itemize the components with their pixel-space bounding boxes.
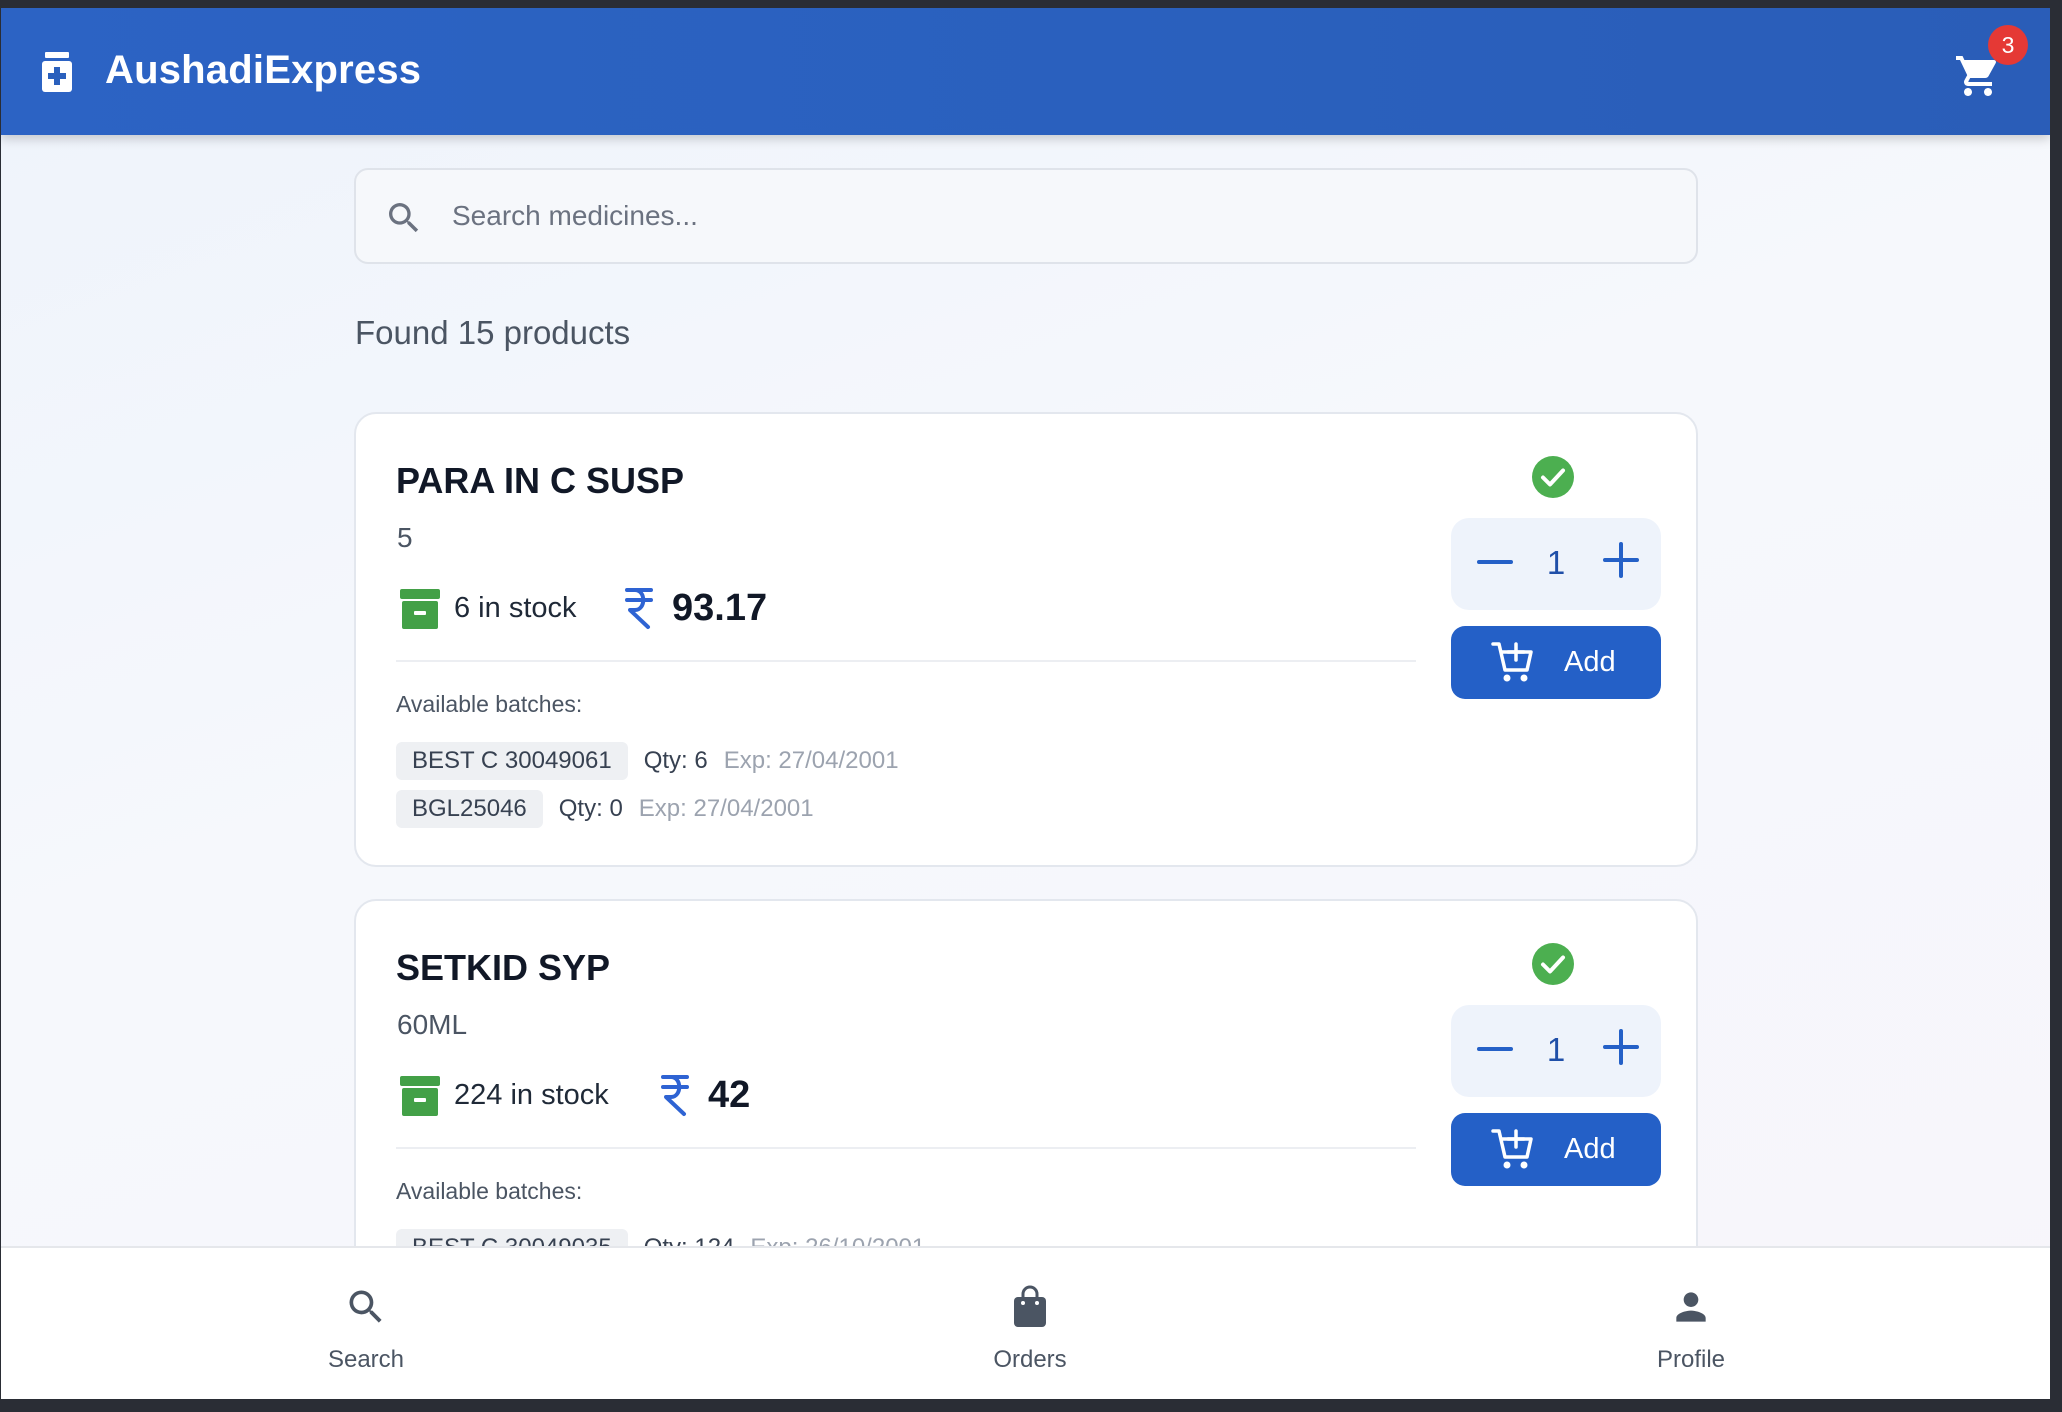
batches-label: Available batches: <box>396 1178 583 1204</box>
quantity-value: 1 <box>1546 1031 1566 1068</box>
add-to-cart-button[interactable]: Add <box>1451 626 1661 699</box>
bottom-navigation: Search Orders Profile <box>1 1246 2050 1399</box>
app-window: AushadiExpress 3 Found 15 products PARA … <box>1 8 2050 1399</box>
batch-code: BEST C 30049061 <box>396 742 628 780</box>
batch-row: BEST C 30049061 Qty: 6 Exp: 27/04/2001 <box>396 742 899 780</box>
nav-label: Profile <box>1656 1346 1726 1373</box>
nav-label: Orders <box>993 1346 1067 1373</box>
batches-label: Available batches: <box>396 691 583 717</box>
search-input[interactable] <box>452 170 1672 262</box>
search-icon <box>389 203 419 233</box>
minus-icon[interactable] <box>1473 1027 1517 1071</box>
stock-count: 6 in stock <box>454 592 577 624</box>
quantity-stepper: 1 <box>1451 1005 1661 1097</box>
product-subtitle: 60ML <box>397 1009 468 1040</box>
medicine-bottle-icon <box>42 52 72 92</box>
add-label: Add <box>1564 646 1616 678</box>
product-name: SETKID SYP <box>396 947 611 988</box>
product-name: PARA IN C SUSP <box>396 460 685 501</box>
nav-item-orders[interactable]: Orders <box>920 1248 1140 1399</box>
nav-item-search[interactable]: Search <box>256 1248 476 1399</box>
nav-item-profile[interactable]: Profile <box>1581 1248 1801 1399</box>
batch-qty: Qty: 0 <box>558 795 623 822</box>
add-to-cart-button[interactable]: Add <box>1451 1113 1661 1186</box>
add-shopping-cart-icon <box>1491 1129 1533 1169</box>
plus-icon[interactable] <box>1599 1025 1643 1069</box>
check-circle-icon <box>1532 456 1574 498</box>
nav-label: Search <box>327 1346 405 1373</box>
archive-box-icon <box>400 1076 440 1116</box>
add-shopping-cart-icon <box>1491 642 1533 682</box>
quantity-value: 1 <box>1546 544 1566 581</box>
check-circle-icon <box>1532 943 1574 985</box>
stock-count: 224 in stock <box>454 1079 609 1111</box>
minus-icon[interactable] <box>1473 540 1517 584</box>
add-label: Add <box>1564 1133 1616 1165</box>
card-divider <box>396 660 1416 662</box>
app-header: AushadiExpress 3 <box>1 8 2050 135</box>
batch-expiry: Exp: 27/04/2001 <box>638 795 814 822</box>
batch-code: BGL25046 <box>396 790 543 828</box>
plus-icon[interactable] <box>1599 538 1643 582</box>
product-price: 42 <box>708 1074 751 1116</box>
person-icon <box>1676 1292 1706 1322</box>
archive-box-icon <box>400 589 440 629</box>
quantity-stepper: 1 <box>1451 518 1661 610</box>
card-divider <box>396 1147 1416 1149</box>
product-card: PARA IN C SUSP 5 6 in stock 93.17 Availa… <box>354 412 1698 867</box>
shopping-bag-icon <box>1014 1285 1046 1327</box>
batch-row: BGL25046 Qty: 0 Exp: 27/04/2001 <box>396 790 814 828</box>
results-summary: Found 15 products <box>355 314 631 351</box>
product-subtitle: 5 <box>397 522 413 553</box>
app-title: AushadiExpress <box>105 48 422 92</box>
batch-qty: Qty: 6 <box>643 747 708 774</box>
cart-count-badge: 3 <box>1988 25 2028 65</box>
search-box[interactable] <box>354 168 1698 264</box>
product-price: 93.17 <box>672 587 768 629</box>
rupee-icon <box>661 1075 689 1116</box>
search-icon <box>349 1290 382 1323</box>
batch-expiry: Exp: 27/04/2001 <box>723 747 899 774</box>
rupee-icon <box>625 588 653 629</box>
